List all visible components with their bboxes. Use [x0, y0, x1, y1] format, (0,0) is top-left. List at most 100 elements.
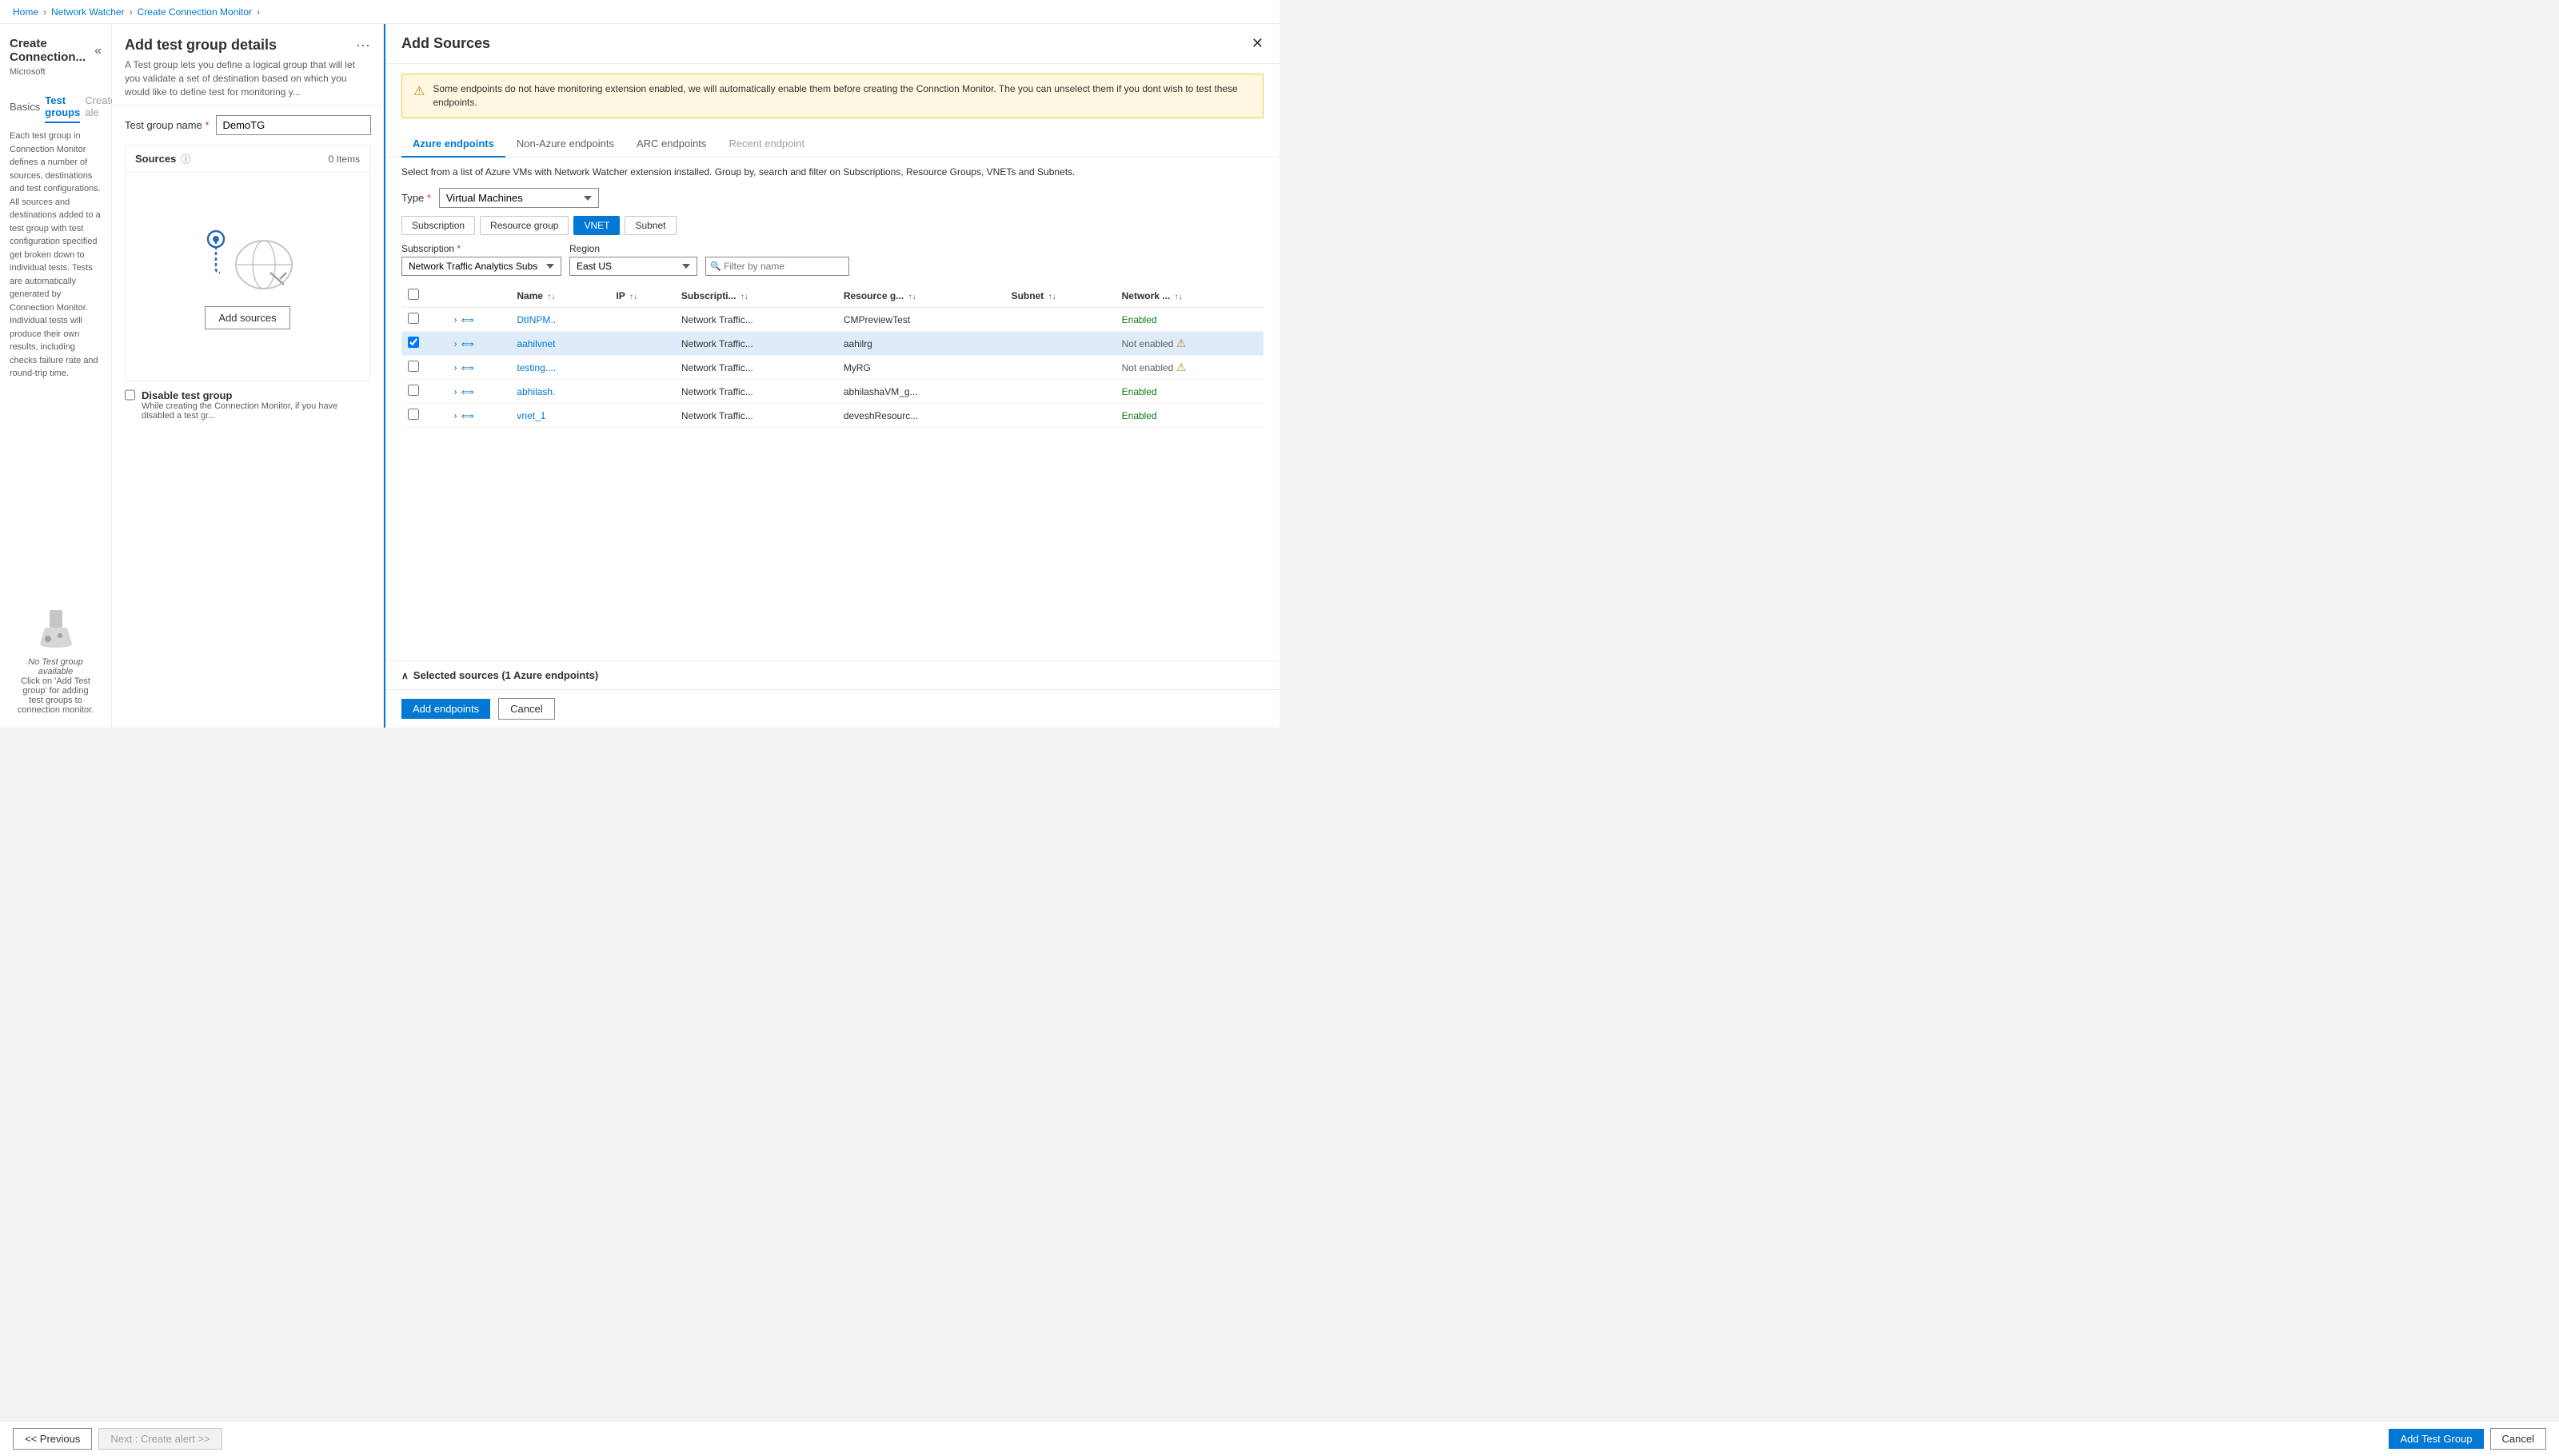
- col-network[interactable]: Network ... ↑↓: [1116, 284, 1264, 308]
- row4-expand-cell: › ⟺: [448, 380, 511, 404]
- tab-recent-endpoint[interactable]: Recent endpoint: [717, 131, 816, 158]
- row1-name-link[interactable]: DtINPM..: [517, 314, 556, 325]
- nav-test-groups[interactable]: Test groups: [45, 90, 80, 123]
- col-name[interactable]: Name ↑↓: [510, 284, 609, 308]
- previous-button[interactable]: << Previous: [13, 1428, 92, 1450]
- breadcrumb-create-monitor[interactable]: Create Connection Monitor: [138, 6, 252, 18]
- row4-expand-icon[interactable]: ›: [454, 386, 457, 397]
- test-group-name-input[interactable]: [216, 115, 371, 135]
- row3-checkbox[interactable]: [408, 361, 419, 372]
- row3-type-icon: ⟺: [461, 364, 474, 373]
- center-title: Add test group details: [125, 37, 277, 54]
- sources-box: Sources ⓘ 0 Items: [125, 145, 370, 381]
- col-subnet[interactable]: Subnet ↑↓: [1005, 284, 1116, 308]
- row3-subscription-cell: Network Traffic...: [675, 356, 837, 380]
- row1-status-cell: Enabled: [1116, 308, 1264, 332]
- type-select[interactable]: Virtual Machines Arc Machines Scale Sets: [439, 188, 599, 208]
- row2-warning-icon: ⚠: [1176, 337, 1187, 349]
- row4-checkbox[interactable]: [408, 385, 419, 396]
- row4-subscription-cell: Network Traffic...: [675, 380, 837, 404]
- group-filters: Subscription Resource group VNET Subnet: [401, 216, 1264, 235]
- row1-status: Enabled: [1122, 314, 1157, 325]
- filter-vnet-btn[interactable]: VNET: [573, 216, 620, 235]
- test-group-name-row: Test group name *: [125, 115, 370, 135]
- add-sources-title: Add Sources: [401, 35, 490, 52]
- col-subscription[interactable]: Subscripti... ↑↓: [675, 284, 837, 308]
- close-panel-button[interactable]: ✕: [1252, 35, 1264, 52]
- row5-expand-icon[interactable]: ›: [454, 410, 457, 421]
- subnet-sort-icon: ↑↓: [1048, 293, 1056, 301]
- cancel-bottom-button[interactable]: Cancel: [2490, 1428, 2546, 1450]
- col-resource-group[interactable]: Resource g... ↑↓: [837, 284, 1005, 308]
- center-header: Add test group details ··· A Test group …: [112, 24, 383, 106]
- breadcrumb-home[interactable]: Home: [13, 6, 38, 18]
- filter-subnet-btn[interactable]: Subnet: [625, 216, 676, 235]
- region-field: Region East US: [569, 243, 697, 276]
- warning-banner: ⚠ Some endpoints do not have monitoring …: [401, 74, 1264, 118]
- filter-subscription-btn[interactable]: Subscription: [401, 216, 475, 235]
- region-select[interactable]: East US: [569, 257, 697, 276]
- filter-resource-group-btn[interactable]: Resource group: [480, 216, 569, 235]
- row2-name-link[interactable]: aahilvnet: [517, 338, 555, 349]
- sidebar-title: Create Connection...: [10, 37, 94, 64]
- sidebar-collapse-btn[interactable]: «: [94, 44, 102, 58]
- empty-state-title: No Test group available: [10, 657, 102, 676]
- right-panel-header: Add Sources ✕: [385, 24, 1280, 64]
- type-label: Type *: [401, 192, 431, 204]
- row3-expand-icon[interactable]: ›: [454, 362, 457, 373]
- disable-desc: While creating the Connection Monitor, i…: [142, 401, 370, 421]
- right-panel: Add Sources ✕ ⚠ Some endpoints do not ha…: [384, 24, 1280, 728]
- next-button[interactable]: Next : Create alert >>: [98, 1428, 222, 1450]
- col-ip[interactable]: IP ↑↓: [609, 284, 674, 308]
- table-row: › ⟺ aahilvnet Network Traffic... aahilrg…: [401, 332, 1264, 356]
- row5-status-cell: Enabled: [1116, 404, 1264, 428]
- center-panel: Add test group details ··· A Test group …: [112, 24, 384, 728]
- tab-non-azure-endpoints[interactable]: Non-Azure endpoints: [505, 131, 625, 158]
- disable-test-group-checkbox[interactable]: [125, 389, 135, 401]
- row2-checkbox[interactable]: [408, 337, 419, 348]
- rg-sort-icon: ↑↓: [908, 293, 916, 301]
- add-endpoints-button[interactable]: Add endpoints: [401, 699, 490, 719]
- row5-subscription-cell: Network Traffic...: [675, 404, 837, 428]
- row1-expand-icon[interactable]: ›: [454, 314, 457, 325]
- nav-basics[interactable]: Basics: [10, 96, 40, 118]
- row3-subnet-cell: [1005, 356, 1116, 380]
- row2-status: Not enabled: [1122, 338, 1174, 349]
- row2-subscription-cell: Network Traffic...: [675, 332, 837, 356]
- breadcrumb-network-watcher[interactable]: Network Watcher: [51, 6, 125, 18]
- row4-type-icon: ⟺: [461, 388, 474, 397]
- cancel-right-panel-button[interactable]: Cancel: [498, 698, 554, 720]
- type-filter-row: Type * Virtual Machines Arc Machines Sca…: [401, 188, 1264, 208]
- center-description: A Test group lets you define a logical g…: [125, 58, 370, 98]
- add-sources-button[interactable]: Add sources: [205, 306, 289, 329]
- row2-expand-icon[interactable]: ›: [454, 338, 457, 349]
- row2-expand-cell: › ⟺: [448, 332, 511, 356]
- col-check: [401, 284, 448, 308]
- sidebar-description: Each test group in Connection Monitor de…: [10, 130, 102, 588]
- sidebar-subtitle: Microsoft: [10, 67, 102, 77]
- source-tabs: Azure endpoints Non-Azure endpoints ARC …: [385, 131, 1280, 158]
- row1-name-cell: DtINPM..: [510, 308, 609, 332]
- name-sort-icon: ↑↓: [547, 293, 555, 301]
- filter-name-wrap: 🔍: [705, 257, 849, 276]
- row3-name-link[interactable]: testing....: [517, 362, 556, 373]
- row5-checkbox[interactable]: [408, 409, 419, 420]
- subscription-select[interactable]: Network Traffic Analytics Subscript...: [401, 257, 561, 276]
- row4-name-link[interactable]: abhilash.: [517, 386, 555, 397]
- selected-sources-toggle[interactable]: ∧ Selected sources (1 Azure endpoints): [401, 669, 1264, 681]
- center-more-btn[interactable]: ···: [356, 37, 370, 54]
- subscription-region-row: Subscription * Network Traffic Analytics…: [401, 243, 1264, 276]
- row5-name-link[interactable]: vnet_1: [517, 410, 545, 421]
- row4-status: Enabled: [1122, 386, 1157, 397]
- select-all-checkbox[interactable]: [408, 289, 419, 300]
- add-test-group-button[interactable]: Add Test Group: [2389, 1429, 2483, 1449]
- row2-type-icon: ⟺: [461, 340, 474, 349]
- tab-arc-endpoints[interactable]: ARC endpoints: [625, 131, 717, 158]
- table-row: › ⟺ abhilash. Network Traffic... abhilas…: [401, 380, 1264, 404]
- row1-checkbox[interactable]: [408, 313, 419, 324]
- filter-name-input[interactable]: [705, 257, 849, 276]
- tab-azure-endpoints[interactable]: Azure endpoints: [401, 131, 505, 158]
- table-row: › ⟺ testing.... Network Traffic... MyRG …: [401, 356, 1264, 380]
- row1-expand-cell: › ⟺: [448, 308, 511, 332]
- disable-label: Disable test group: [142, 389, 370, 401]
